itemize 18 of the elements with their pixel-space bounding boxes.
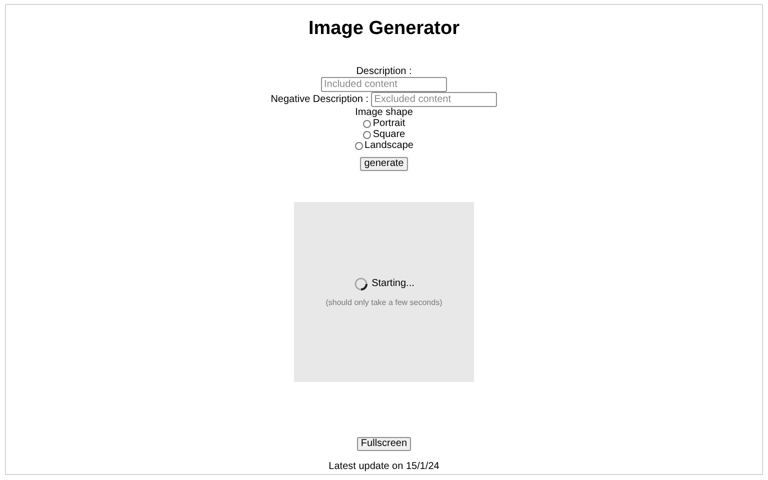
radio-label[interactable]: Square — [372, 129, 406, 140]
note-text: (should only take a few seconds) — [326, 296, 442, 308]
radio-button[interactable] — [362, 130, 371, 138]
status-text: Starting... — [372, 278, 414, 289]
field-label: Description : — [356, 66, 412, 77]
generate-button[interactable]: generate — [360, 157, 408, 171]
page-title: Image Generator — [308, 18, 460, 40]
field-label: Negative Description : — [270, 94, 370, 105]
negative-description-field[interactable]: Excluded content — [371, 92, 498, 107]
radio-button[interactable] — [354, 142, 363, 150]
footer-text: Latest update on 15/1/24 — [328, 461, 440, 472]
section-label: Image shape — [355, 107, 413, 118]
fullscreen-button[interactable]: Fullscreen — [356, 437, 412, 451]
spinner-icon — [354, 276, 368, 290]
radio-button[interactable] — [362, 120, 371, 128]
radio-label[interactable]: Landscape — [364, 140, 414, 151]
description-field[interactable]: Included content — [321, 77, 447, 92]
radio-label[interactable]: Portrait — [372, 118, 406, 129]
